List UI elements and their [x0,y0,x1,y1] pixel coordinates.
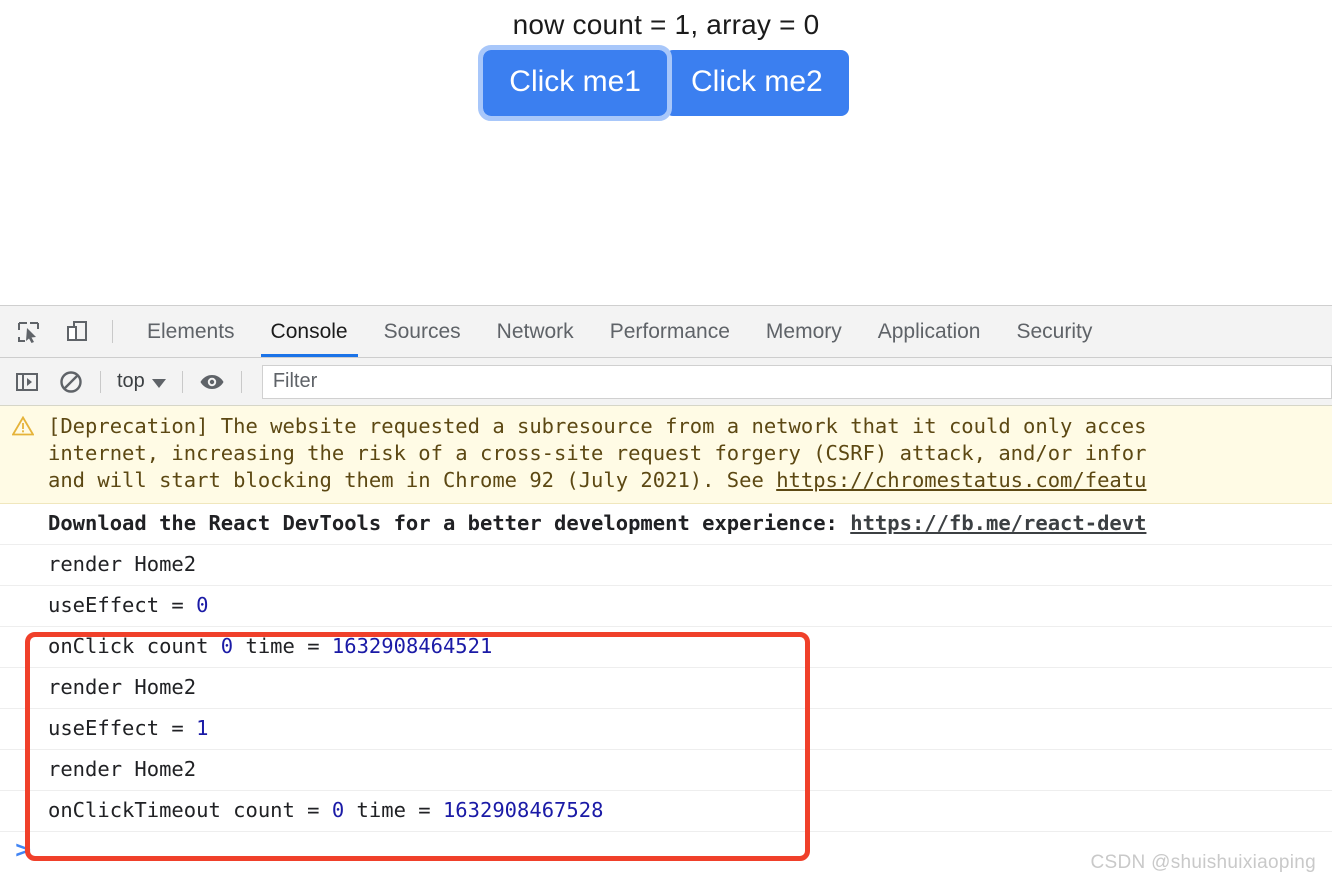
tab-memory[interactable]: Memory [748,306,860,357]
devtools-toolbar-icons [0,306,92,357]
count-status-text: now count = 1, array = 0 [512,9,820,40]
screenshot-root: now count = 1, array = 0 Click me1 Click… [0,0,1332,884]
log-text: useEffect = [48,593,197,617]
warning-line-3: and will start blocking them in Chrome 9… [48,467,1332,494]
react-devtools-text: Download the React DevTools for a better… [48,511,851,535]
devtools-tabbar: Elements Console Sources Network Perform… [0,306,1332,358]
page-content: now count = 1, array = 0 Click me1 Click… [0,8,1332,121]
click-me2-button[interactable]: Click me2 [665,50,849,116]
log-number: 0 [220,634,234,658]
log-text: onClickTimeout count = [48,798,332,822]
filterbar-divider-1 [100,370,101,393]
filterbar-divider-3 [240,370,242,393]
log-number: 1 [196,716,209,740]
console-log-row[interactable]: render Home2 [0,750,1332,791]
log-number-2: 1632908467528 [442,798,604,822]
log-text: useEffect = [48,716,197,740]
log-number: 0 [331,798,345,822]
log-number: 0 [196,593,209,617]
console-context-selector[interactable]: top [115,370,168,393]
chevron-down-icon [151,378,166,388]
live-expression-icon[interactable] [197,367,227,397]
console-filter-toolbar: top Filter [0,358,1332,406]
warning-triangle-icon [11,415,35,436]
tab-sources[interactable]: Sources [366,306,479,357]
prompt-arrow-icon: > [14,838,33,863]
tab-security[interactable]: Security [998,306,1110,357]
warning-line-1: [Deprecation] The website requested a su… [48,414,1147,438]
click-me1-button[interactable]: Click me1 [478,45,672,121]
log-tail: time = [233,634,332,658]
button-row: Click me1 Click me2 [478,45,849,121]
log-text: onClick count [48,634,221,658]
console-log-row[interactable]: useEffect = 1 [0,709,1332,750]
clear-console-icon[interactable] [56,367,86,397]
web-page-viewport: now count = 1, array = 0 Click me1 Click… [0,0,1332,306]
warning-line-3-text: and will start blocking them in Chrome 9… [48,468,777,492]
inspect-element-icon[interactable] [14,317,44,347]
tab-performance[interactable]: Performance [592,306,748,357]
log-tail: time = [344,798,443,822]
console-log-row[interactable]: onClick count 0 time = 1632908464521 [0,627,1332,668]
console-sidebar-icon[interactable] [12,367,42,397]
console-log-row[interactable]: render Home2 [0,668,1332,709]
toolbar-divider [112,320,113,343]
log-text: render Home2 [48,552,197,576]
tab-elements[interactable]: Elements [129,306,253,357]
react-devtools-link[interactable]: https://fb.me/react-devt [850,511,1146,535]
chromestatus-link[interactable]: https://chromestatus.com/featu [776,468,1146,492]
console-react-devtools-message[interactable]: Download the React DevTools for a better… [0,504,1332,545]
filterbar-divider-2 [181,370,183,393]
console-log-row[interactable]: render Home2 [0,545,1332,586]
console-log-row[interactable]: useEffect = 0 [0,586,1332,627]
console-filter-input[interactable]: Filter [261,364,1332,399]
console-warning-message[interactable]: [Deprecation] The website requested a su… [0,406,1332,504]
console-log-row[interactable]: onClickTimeout count = 0 time = 16329084… [0,791,1332,832]
warning-line-2: internet, increasing the risk of a cross… [48,441,1147,465]
log-text: render Home2 [48,757,197,781]
watermark-text: CSDN @shuishuixiaoping [1090,852,1316,873]
devtools-tab-list: Elements Console Sources Network Perform… [129,306,1110,357]
console-message-list: [Deprecation] The website requested a su… [0,406,1332,868]
device-toolbar-icon[interactable] [62,317,92,347]
tab-application[interactable]: Application [860,306,999,357]
devtools-panel: Elements Console Sources Network Perform… [0,306,1332,884]
console-context-label: top [117,370,145,392]
log-number-2: 1632908464521 [331,634,493,658]
log-text: render Home2 [48,675,197,699]
tab-network[interactable]: Network [479,306,592,357]
tab-console[interactable]: Console [253,306,366,357]
